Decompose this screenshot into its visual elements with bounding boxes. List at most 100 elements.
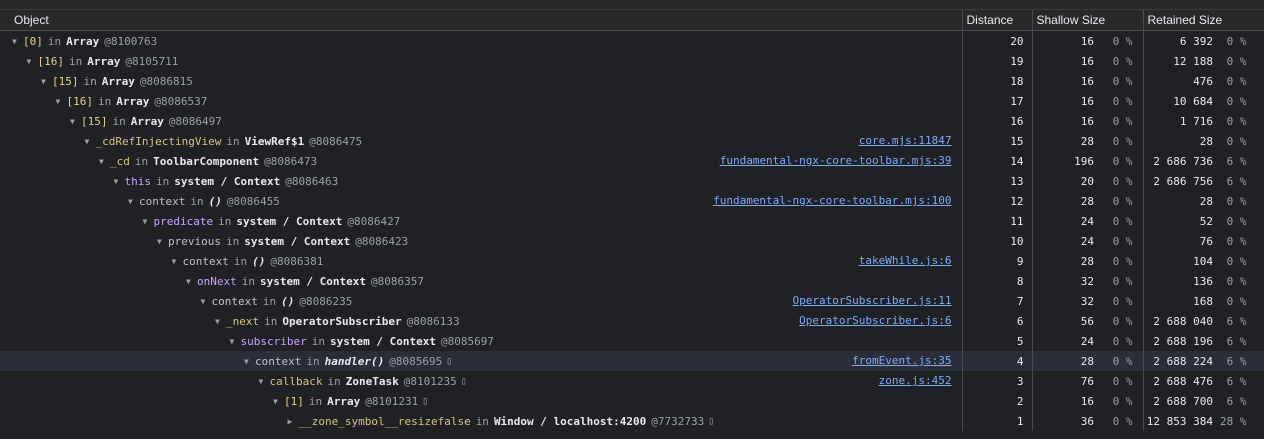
column-header-retained-size[interactable]: Retained Size [1143,10,1264,31]
table-row[interactable]: ▼ _cd in ToolbarComponent @8086473 fundamenta… [0,151,1264,171]
expanded-triangle-icon[interactable]: ▼ [201,297,212,306]
table-row[interactable]: ▼ subscriber in system / Context @8085697 5 24… [0,331,1264,351]
table-row[interactable]: ▼ onNext in system / Context @8086357 8 32 0 % 1… [0,271,1264,291]
detached-marker-icon: ▯ [708,415,715,427]
in-keyword: in [69,54,83,68]
table-row[interactable]: ▼ [16] in Array @8105711 19 16 0 % 12 188 0 % [0,51,1264,71]
table-row[interactable]: ▼ [15] in Array @8086497 16 16 0 % 1 716 0 % [0,111,1264,131]
table-row[interactable]: ▼ predicate in system / Context @8086427 11 24… [0,211,1264,231]
table-row[interactable]: ▶ __zone_symbol__resizefalse in Window / lo… [0,411,1264,431]
table-row[interactable]: ▼ previous in system / Context @8086423 10 24 0… [0,231,1264,251]
table-row[interactable]: ▼ context in () @8086235 OperatorSubscriber.j… [0,291,1264,311]
object-id: @8086357 [370,274,424,288]
expanded-triangle-icon[interactable]: ▼ [157,237,168,246]
source-link[interactable]: fundamental-ngx-core-toolbar.mjs:39 [720,154,952,167]
retained-size-value: 28 [1199,134,1214,148]
shallow-size-value: 16 [1080,394,1094,408]
distance-cell: 18 [962,71,1033,91]
source-link[interactable]: OperatorSubscriber.js:6 [799,314,951,327]
in-keyword: in [190,194,204,208]
shallow-size-percent: 0 % [1094,371,1144,391]
expanded-triangle-icon[interactable]: ▼ [259,377,270,386]
object-cell[interactable]: ▼ [0] in Array @8100763 [0,30,963,51]
retained-size-percent: 0 % [1213,211,1264,231]
retained-size-value: 2 686 756 [1153,174,1214,188]
object-key: _next [226,314,260,328]
object-cell[interactable]: ▶ __zone_symbol__resizefalse in Window / lo… [0,411,963,431]
object-type: Array [101,74,135,88]
distance-cell: 17 [962,91,1033,111]
expanded-triangle-icon[interactable]: ▼ [172,257,183,266]
expanded-triangle-icon[interactable]: ▼ [12,37,23,46]
collapsed-triangle-icon[interactable]: ▶ [288,417,299,426]
object-key: onNext [197,274,237,288]
retained-size-value: 2 686 736 [1153,154,1214,168]
table-row[interactable]: ▼ [1] in Array @8101231 ▯ 2 16 0 % 2 688 700 6 % [0,391,1264,411]
expanded-triangle-icon[interactable]: ▼ [186,277,197,286]
shallow-size-value: 32 [1080,294,1094,308]
shallow-size-percent: 0 % [1094,211,1144,231]
object-cell[interactable]: ▼ onNext in system / Context @8086357 [0,271,963,291]
source-link[interactable]: fundamental-ngx-core-toolbar.mjs:100 [713,194,951,207]
object-id: @8101235 [403,374,457,388]
object-cell[interactable]: ▼ context in handler() @8085695 ▯ fromEvent.js… [0,351,963,371]
object-cell[interactable]: ▼ [15] in Array @8086815 [0,71,963,91]
expanded-triangle-icon[interactable]: ▼ [41,77,52,86]
source-link[interactable]: zone.js:452 [879,374,952,387]
source-link[interactable]: takeWhile.js:6 [859,254,952,267]
distance-cell: 13 [962,171,1033,191]
expanded-triangle-icon[interactable]: ▼ [244,357,255,366]
table-row[interactable]: ▼ _next in OperatorSubscriber @8086133 Operat… [0,311,1264,331]
expanded-triangle-icon[interactable]: ▼ [27,57,38,66]
table-row[interactable]: ▼ callback in ZoneTask @8101235 ▯ zone.js:452 3… [0,371,1264,391]
expanded-triangle-icon[interactable]: ▼ [143,217,154,226]
expanded-triangle-icon[interactable]: ▼ [56,97,67,106]
column-header-object[interactable]: Object [0,10,963,31]
expanded-triangle-icon[interactable]: ▼ [99,157,110,166]
object-cell[interactable]: ▼ _cdRefInjectingView in ViewRef$1 @8086475 c… [0,131,963,151]
expanded-triangle-icon[interactable]: ▼ [70,117,81,126]
retained-size-value: 12 188 [1173,54,1214,68]
object-cell[interactable]: ▼ context in () @8086381 takeWhile.js:6 [0,251,963,271]
table-row[interactable]: ▼ [16] in Array @8086537 17 16 0 % 10 684 0 % [0,91,1264,111]
table-row[interactable]: ▼ context in handler() @8085695 ▯ fromEvent.js… [0,351,1264,371]
object-key: context [139,194,186,208]
object-cell[interactable]: ▼ context in () @8086235 OperatorSubscriber.j… [0,291,963,311]
column-header-shallow-size[interactable]: Shallow Size [1032,10,1144,31]
object-cell[interactable]: ▼ [15] in Array @8086497 [0,111,963,131]
distance-cell: 6 [962,311,1033,331]
object-cell[interactable]: ▼ context in () @8086455 fundamental-ngx-core… [0,191,963,211]
table-row[interactable]: ▼ [15] in Array @8086815 18 16 0 % 476 0 % [0,71,1264,91]
table-row[interactable]: ▼ context in() @8086381 takeWhile.js:6 9 28 0 %… [0,251,1264,271]
expanded-triangle-icon[interactable]: ▼ [230,337,241,346]
table-row[interactable]: ▼ _cdRefInjectingView in ViewRef$1 @8086475 c… [0,131,1264,151]
retained-size-value: 2 688 700 [1153,394,1214,408]
object-cell[interactable]: ▼ [1] in Array @8101231 ▯ [0,391,963,411]
object-cell[interactable]: ▼ subscriber in system / Context @8085697 [0,331,963,351]
object-cell[interactable]: ▼ previous in system / Context @8086423 [0,231,963,251]
object-cell[interactable]: ▼ _cd in ToolbarComponent @8086473 fundamenta… [0,151,963,171]
source-link[interactable]: OperatorSubscriber.js:11 [793,294,952,307]
object-cell[interactable]: ▼ this in system / Context @8086463 [0,171,963,191]
object-cell[interactable]: ▼ predicate in system / Context @8086427 [0,211,963,231]
object-cell[interactable]: ▼ [16] in Array @8086537 [0,91,963,111]
expanded-triangle-icon[interactable]: ▼ [85,137,96,146]
source-link[interactable]: core.mjs:11847 [859,134,952,147]
expanded-triangle-icon[interactable]: ▼ [215,317,226,326]
column-header-distance[interactable]: Distance [962,10,1033,31]
shallow-size-percent: 0 % [1094,271,1144,291]
table-row[interactable]: ▼ this in system / Context @8086463 13 20 0 % 2 … [0,171,1264,191]
expanded-triangle-icon[interactable]: ▼ [273,397,284,406]
table-row[interactable]: ▼ [0] in Array @8100763 20 16 0 % 6 392 0 % [0,30,1264,51]
object-key: [16] [66,94,94,108]
shallow-size-value: 28 [1032,351,1094,371]
source-link[interactable]: fromEvent.js:35 [852,354,951,367]
expanded-triangle-icon[interactable]: ▼ [114,177,125,186]
shallow-size-percent: 0 % [1094,91,1144,111]
object-cell[interactable]: ▼ _next in OperatorSubscriber @8086133 Operat… [0,311,963,331]
expanded-triangle-icon[interactable]: ▼ [128,197,139,206]
object-cell[interactable]: ▼ [16] in Array @8105711 [0,51,963,71]
object-cell[interactable]: ▼ callback in ZoneTask @8101235 ▯ zone.js:452 [0,371,963,391]
retained-size-percent: 0 % [1213,71,1264,91]
table-row[interactable]: ▼ context in () @8086455 fundamental-ngx-core… [0,191,1264,211]
